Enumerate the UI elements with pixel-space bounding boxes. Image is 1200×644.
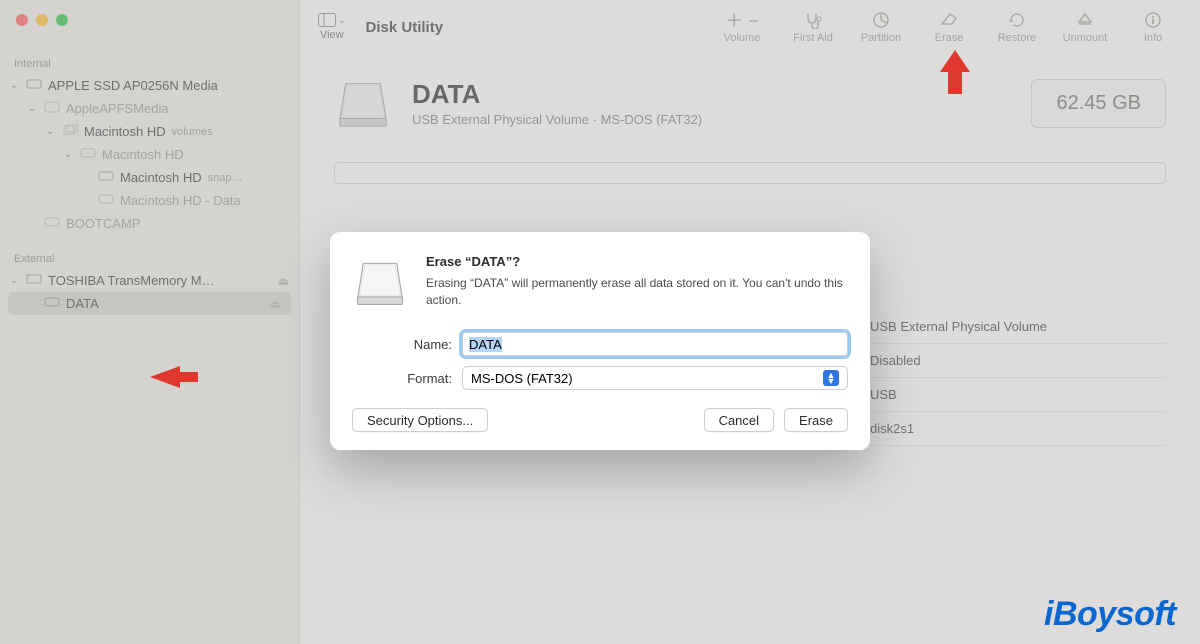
info-row: disk2s1 xyxy=(866,412,1166,446)
external-volume-icon xyxy=(44,296,60,311)
view-menu-button[interactable]: ⌄ View xyxy=(318,13,346,41)
volume-name-input[interactable] xyxy=(462,332,848,356)
sidebar-item-sublabel: snap… xyxy=(208,172,243,184)
erase-confirm-button[interactable]: Erase xyxy=(784,408,848,432)
info-row: USB xyxy=(866,378,1166,412)
unmount-button[interactable]: Unmount xyxy=(1056,10,1114,44)
sidebar-item-label: AppleAPFSMedia xyxy=(66,101,169,116)
sidebar-item-label: Macintosh HD - Data xyxy=(120,193,241,208)
sidebar-item-label: Macintosh HD xyxy=(120,170,202,185)
minimize-window-button[interactable] xyxy=(36,14,48,26)
sidebar-item-sublabel: volumes xyxy=(172,126,213,138)
volume-name: DATA xyxy=(412,79,702,110)
plus-minus-icon: ＋ − xyxy=(725,10,759,30)
toolbar-label: Restore xyxy=(998,32,1037,44)
sidebar-item-label: DATA xyxy=(66,296,99,311)
toolbar-label: Unmount xyxy=(1063,32,1108,44)
sidebar-item-label: TOSHIBA TransMemory M… xyxy=(48,273,215,288)
restore-icon xyxy=(1008,10,1026,30)
volume-header: DATA USB External Physical Volume · MS-D… xyxy=(300,54,1200,162)
volume-info-table: USB External Physical Volume Disabled US… xyxy=(866,310,1166,446)
name-label: Name: xyxy=(382,337,452,352)
sidebar-item-label: BOOTCAMP xyxy=(66,216,140,231)
chevron-down-icon: ⌄ xyxy=(10,275,20,286)
sidebar-item-data[interactable]: DATA ⏏ xyxy=(8,292,291,315)
chevron-down-icon: ⌄ xyxy=(338,15,346,26)
volume-usage-bar xyxy=(334,162,1166,184)
annotation-arrow-icon xyxy=(938,50,972,94)
toolbar: ⌄ View Disk Utility ＋ − Volume First Aid xyxy=(300,0,1200,54)
sidebar-toggle-icon: ⌄ xyxy=(318,13,346,27)
sidebar-section-internal: Internal xyxy=(0,50,299,74)
chevron-down-icon: ⌄ xyxy=(46,126,56,137)
volume-icon xyxy=(80,147,96,162)
sidebar: Internal ⌄ APPLE SSD AP0256N Media ⌄ App… xyxy=(0,0,300,644)
sidebar-item-macintosh-hd-vol[interactable]: ⌄ Macintosh HD xyxy=(0,143,299,166)
volume-group-icon xyxy=(62,124,78,139)
dialog-message: Erasing “DATA” will permanently erase al… xyxy=(426,275,848,309)
sidebar-item-macintosh-hd-snap[interactable]: Macintosh HD snap… xyxy=(0,166,299,189)
sidebar-section-external: External xyxy=(0,245,299,269)
volume-icon xyxy=(44,216,60,231)
internal-disk-icon xyxy=(26,78,42,93)
volume-subtitle: USB External Physical Volume · MS-DOS (F… xyxy=(412,112,702,127)
sidebar-item-macintosh-hd-container[interactable]: ⌄ Macintosh HD volumes xyxy=(0,120,299,143)
sidebar-item-label: Macintosh HD xyxy=(84,124,166,139)
sidebar-item-label: APPLE SSD AP0256N Media xyxy=(48,78,218,93)
cancel-button[interactable]: Cancel xyxy=(704,408,774,432)
chevron-down-icon: ⌄ xyxy=(28,103,38,114)
toolbar-label: Erase xyxy=(935,32,964,44)
sidebar-item-apfs[interactable]: ⌄ AppleAPFSMedia xyxy=(0,97,299,120)
watermark-logo: iBoysoft xyxy=(1044,595,1176,634)
toolbar-label: View xyxy=(320,29,344,41)
dialog-title: Erase “DATA”? xyxy=(426,254,848,269)
window-title: Disk Utility xyxy=(366,19,444,36)
toolbar-label: First Aid xyxy=(793,32,833,44)
volume-size: 62.45 GB xyxy=(1031,79,1166,128)
sidebar-item-label: Macintosh HD xyxy=(102,147,184,162)
format-select-value: MS-DOS (FAT32) xyxy=(471,371,573,386)
external-disk-large-icon xyxy=(352,254,408,310)
partition-button[interactable]: Partition xyxy=(852,10,910,44)
stethoscope-icon xyxy=(803,10,823,30)
erase-icon xyxy=(939,10,959,30)
zoom-window-button[interactable] xyxy=(56,14,68,26)
chevron-down-icon: ⌄ xyxy=(64,149,74,160)
erase-button[interactable]: Erase xyxy=(920,10,978,44)
volume-icon xyxy=(98,170,114,185)
select-arrows-icon: ▲▼ xyxy=(823,370,839,386)
info-button[interactable]: Info xyxy=(1124,10,1182,44)
sidebar-item-macintosh-hd-data[interactable]: Macintosh HD - Data xyxy=(0,189,299,212)
format-label: Format: xyxy=(382,371,452,386)
info-icon xyxy=(1144,10,1162,30)
first-aid-button[interactable]: First Aid xyxy=(784,10,842,44)
eject-icon xyxy=(1077,10,1093,30)
erase-dialog: Erase “DATA”? Erasing “DATA” will perman… xyxy=(330,232,870,450)
eject-icon[interactable]: ⏏ xyxy=(270,297,281,311)
toolbar-label: Volume xyxy=(724,32,761,44)
volume-add-remove-button[interactable]: ＋ − Volume xyxy=(710,10,774,44)
restore-button[interactable]: Restore xyxy=(988,10,1046,44)
sidebar-item-bootcamp[interactable]: BOOTCAMP xyxy=(0,212,299,235)
container-icon xyxy=(44,101,60,116)
external-disk-large-icon xyxy=(334,74,392,132)
chevron-down-icon: ⌄ xyxy=(10,80,20,91)
eject-icon[interactable]: ⏏ xyxy=(278,274,289,288)
info-row: Disabled xyxy=(866,344,1166,378)
toolbar-label: Partition xyxy=(861,32,901,44)
close-window-button[interactable] xyxy=(16,14,28,26)
pie-icon xyxy=(872,10,890,30)
security-options-button[interactable]: Security Options... xyxy=(352,408,488,432)
external-disk-icon xyxy=(26,273,42,288)
sidebar-item-toshiba[interactable]: ⌄ TOSHIBA TransMemory M… ⏏ xyxy=(0,269,299,292)
format-select[interactable]: MS-DOS (FAT32) ▲▼ xyxy=(462,366,848,390)
annotation-arrow-icon xyxy=(150,362,198,392)
volume-icon xyxy=(98,193,114,208)
info-row: USB External Physical Volume xyxy=(866,310,1166,344)
window-traffic-lights[interactable] xyxy=(16,14,68,26)
toolbar-label: Info xyxy=(1144,32,1162,44)
sidebar-item-apple-ssd[interactable]: ⌄ APPLE SSD AP0256N Media xyxy=(0,74,299,97)
